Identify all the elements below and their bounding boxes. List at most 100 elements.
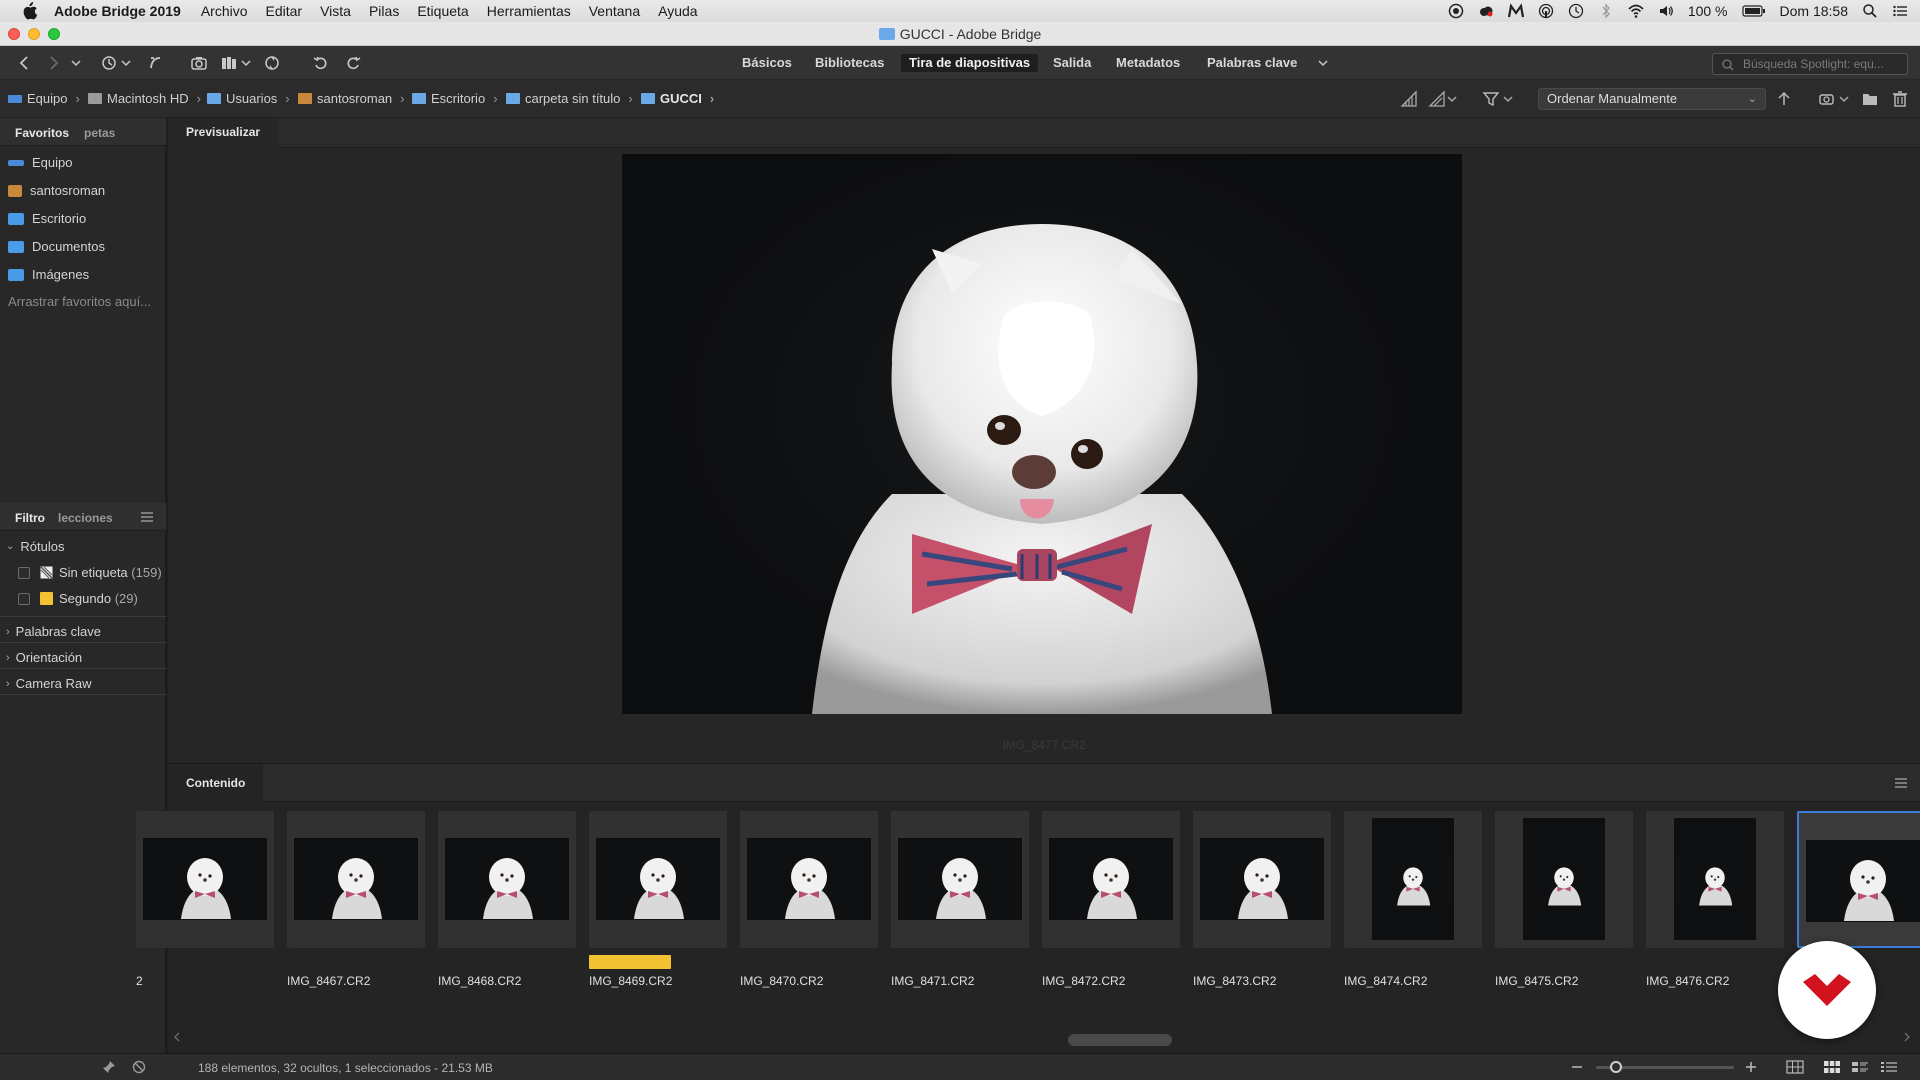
workspace-tab-salida[interactable]: Salida [1053, 54, 1091, 72]
thumbnail-cell[interactable] [1042, 811, 1180, 948]
zoom-window-button[interactable] [48, 28, 60, 40]
filter-chevron-icon[interactable] [1502, 90, 1514, 108]
recent-history-icon[interactable] [100, 54, 118, 72]
filter-section-camera-raw[interactable]: › Camera Raw [6, 676, 92, 691]
zoom-out-icon[interactable] [1570, 1060, 1584, 1074]
creative-cloud-icon[interactable] [1478, 3, 1494, 19]
refine-icon[interactable] [220, 54, 238, 72]
volume-icon[interactable] [1658, 3, 1674, 19]
tab-favoritos[interactable]: Favoritos [15, 126, 69, 140]
thumbnail-cell[interactable] [589, 811, 727, 948]
favorite-equipo[interactable]: Equipo [8, 155, 72, 170]
filter-section-rotulos[interactable]: ⌄ Rótulos [6, 539, 64, 554]
menu-vista[interactable]: Vista [320, 3, 351, 19]
rotate-right-icon[interactable] [344, 54, 362, 72]
rotate-left-icon[interactable] [312, 54, 330, 72]
breadcrumb-escritorio[interactable]: Escritorio › [412, 91, 498, 106]
thumbnail-cell[interactable] [1495, 811, 1633, 948]
m-icon[interactable] [1507, 3, 1524, 19]
tab-carpetas[interactable]: petas [84, 126, 115, 140]
filter-checkbox[interactable] [18, 566, 30, 579]
trash-icon[interactable] [1891, 90, 1909, 108]
battery-icon[interactable] [1741, 3, 1766, 19]
tab-filtro[interactable]: Filtro [15, 511, 45, 525]
tab-contenido[interactable]: Contenido [168, 764, 264, 802]
tab-colecciones[interactable]: lecciones [58, 511, 113, 525]
breadcrumb-carpeta-sin-titulo[interactable]: carpeta sin título › [506, 91, 633, 106]
airdrop-icon[interactable] [1538, 3, 1554, 19]
notification-center-icon[interactable] [1892, 3, 1908, 19]
bluetooth-icon[interactable] [1598, 3, 1614, 19]
filter-checkbox[interactable] [18, 592, 30, 605]
thumbnail-cell[interactable] [136, 811, 274, 948]
menu-editar[interactable]: Editar [266, 3, 303, 19]
open-recent-camera-icon[interactable] [1818, 90, 1836, 108]
breadcrumb-macintosh-hd[interactable]: Macintosh HD › [88, 91, 201, 106]
quality-options-icon[interactable] [1400, 90, 1418, 108]
breadcrumb-equipo[interactable]: Equipo › [8, 91, 80, 106]
pin-icon[interactable] [102, 1060, 116, 1074]
view-thumbnails-icon[interactable] [1823, 1059, 1841, 1075]
menubar-clock[interactable]: Dom 18:58 [1780, 3, 1848, 19]
workspace-tab-tira-de-diapositivas[interactable]: Tira de diapositivas [901, 54, 1039, 72]
new-folder-icon[interactable] [1861, 90, 1879, 108]
reject-circle-icon[interactable] [132, 1060, 146, 1074]
workspace-tab-palabras-clave[interactable]: Palabras clave [1207, 54, 1297, 72]
view-list-icon[interactable] [1880, 1059, 1898, 1075]
time-machine-icon[interactable] [1568, 3, 1584, 19]
wifi-icon[interactable] [1628, 3, 1644, 19]
spotlight-search-icon[interactable] [1862, 3, 1878, 19]
panel-menu-icon[interactable] [140, 511, 154, 523]
return-boomerang-icon[interactable] [146, 54, 164, 72]
sort-order-select[interactable]: Ordenar Manualmente ⌄ [1538, 88, 1766, 110]
scroll-left-arrow-icon[interactable] [172, 1032, 182, 1042]
workspace-tab-metadatos[interactable]: Metadatos [1116, 54, 1180, 72]
sort-ascending-arrow-icon[interactable] [1775, 90, 1793, 108]
thumbnail-cell[interactable] [891, 811, 1029, 948]
preview-image[interactable] [622, 154, 1462, 714]
apple-icon[interactable] [20, 2, 38, 20]
menu-etiqueta[interactable]: Etiqueta [417, 3, 468, 19]
menu-ayuda[interactable]: Ayuda [658, 3, 697, 19]
sort-by-rating-icon[interactable] [1428, 90, 1446, 108]
workspace-tab-bibliotecas[interactable]: Bibliotecas [815, 54, 884, 72]
view-details-icon[interactable] [1851, 1059, 1869, 1075]
workspace-tab-basicos[interactable]: Básicos [742, 54, 792, 72]
zoom-in-icon[interactable] [1744, 1060, 1758, 1074]
chevron-down-icon[interactable] [70, 54, 82, 72]
menu-herramientas[interactable]: Herramientas [487, 3, 571, 19]
favorite-documentos[interactable]: Documentos [8, 239, 105, 254]
menu-archivo[interactable]: Archivo [201, 3, 248, 19]
rating-chevron-icon[interactable] [1446, 90, 1458, 108]
filter-section-orientacion[interactable]: › Orientación [6, 650, 82, 665]
menu-pilas[interactable]: Pilas [369, 3, 399, 19]
filter-section-palabras-clave[interactable]: › Palabras clave [6, 624, 101, 639]
breadcrumb-gucci[interactable]: GUCCI › [641, 91, 714, 106]
spotlight-search-input[interactable]: Búsqueda Spotlight: equ... [1712, 53, 1908, 75]
thumbnail-cell[interactable] [1344, 811, 1482, 948]
refine-chevron-icon[interactable] [240, 54, 252, 72]
app-menu[interactable]: Adobe Bridge 2019 [54, 3, 181, 19]
thumbnail-cell[interactable] [1193, 811, 1331, 948]
open-recent-chevron-icon[interactable] [1838, 90, 1850, 108]
record-icon[interactable] [1448, 3, 1464, 19]
thumbnail-cell[interactable] [740, 811, 878, 948]
camera-import-icon[interactable] [190, 54, 208, 72]
forward-arrow-icon[interactable] [44, 54, 62, 72]
slider-handle[interactable] [1610, 1061, 1622, 1073]
scroll-right-arrow-icon[interactable] [1902, 1032, 1912, 1042]
filter-row-segundo[interactable]: Segundo (29) [18, 591, 138, 606]
minimize-window-button[interactable] [28, 28, 40, 40]
filter-row-sin-etiqueta[interactable]: Sin etiqueta (159) [18, 565, 162, 580]
favorite-escritorio[interactable]: Escritorio [8, 211, 86, 226]
tab-previsualizar[interactable]: Previsualizar [168, 118, 279, 148]
breadcrumb-usuarios[interactable]: Usuarios › [207, 91, 290, 106]
thumbnail-cell[interactable] [438, 811, 576, 948]
favorite-imagenes[interactable]: Imágenes [8, 267, 89, 282]
recent-dropdown-chevron-icon[interactable] [120, 54, 132, 72]
panel-menu-icon[interactable] [1894, 777, 1908, 789]
get-photos-icon[interactable] [263, 54, 281, 72]
back-arrow-icon[interactable] [16, 54, 34, 72]
workspace-more-chevron-icon[interactable] [1316, 54, 1330, 72]
thumbnail-cell[interactable] [1646, 811, 1784, 948]
